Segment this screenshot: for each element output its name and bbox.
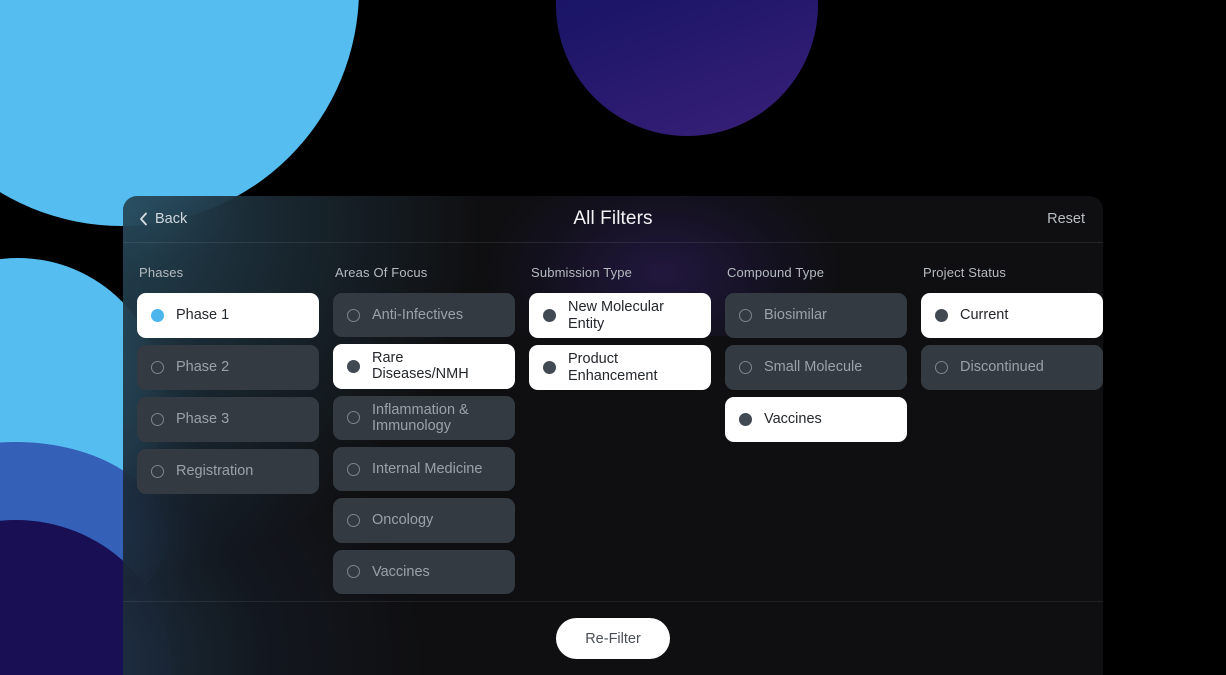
filter-option-label: Oncology [372,512,434,529]
radio-unselected-icon [347,308,360,322]
panel-footer: Re-Filter [123,601,1103,675]
filter-option-label: Internal Medicine [372,461,483,478]
filter-option-label: Anti-Infectives [372,307,464,324]
radio-unselected-icon [347,411,360,425]
filter-option-label: New Molecular Entity [568,299,664,332]
filter-option-label: Small Molecule [764,359,863,376]
filter-column-title: Project Status [923,265,1007,280]
back-label: Back [155,211,188,227]
filter-option-phase-2[interactable]: Phase 2 [137,345,319,390]
panel-header: Back All Filters Reset [123,196,1103,243]
radio-unselected-icon [935,361,948,374]
filter-option-registration[interactable]: Registration [137,449,319,494]
filter-column-submission-type: Submission Type New Molecular Entity Produ… [529,265,711,601]
filter-column-areas-of-focus: Areas Of Focus Anti-Infectives Rare Diseas… [333,265,515,601]
filter-option-vaccines[interactable]: Vaccines [333,549,515,594]
back-button[interactable]: Back [139,211,187,227]
page-title: All Filters [573,208,653,229]
app-root: Back All Filters Reset Phases Phase 1 Phas… [0,0,1226,675]
filter-column-compound-type: Compound Type Biosimilar Small Molecule Vac… [725,265,907,601]
filter-option-phase-3[interactable]: Phase 3 [137,397,319,442]
filter-option-small-molecule[interactable]: Small Molecule [725,345,907,390]
filter-column-project-status: Project Status Current Discontinued [921,265,1103,601]
radio-selected-icon [151,309,164,322]
radio-selected-icon [543,361,556,374]
radio-unselected-icon [739,309,752,322]
filter-option-anti-infectives[interactable]: Anti-Infectives [333,293,515,338]
filter-option-label: Registration [176,463,254,480]
filter-option-label: Biosimilar [764,307,827,324]
decorative-blob-sky-top-left [0,0,359,226]
radio-unselected-icon [151,361,164,374]
filter-columns-container: Phases Phase 1 Phase 2 Phase 3 Registration A… [123,243,1103,601]
filter-column-title: Compound Type [727,265,825,280]
filter-option-phase-1[interactable]: Phase 1 [137,293,319,338]
filter-column-title: Areas Of Focus [335,265,428,280]
filter-option-current[interactable]: Current [921,293,1103,338]
filter-option-label: Rare Diseases/NMH [372,350,469,383]
radio-selected-icon [347,359,360,373]
radio-unselected-icon [739,361,752,374]
radio-unselected-icon [151,413,164,426]
filter-option-label: Discontinued [960,359,1044,376]
radio-selected-icon [543,309,556,322]
radio-unselected-icon [347,462,360,476]
radio-unselected-icon [151,465,164,478]
filter-column-phases: Phases Phase 1 Phase 2 Phase 3 Registration [137,265,319,601]
decorative-blob-indigo-top-center [556,0,818,136]
all-filters-panel: Back All Filters Reset Phases Phase 1 Phas… [123,196,1103,675]
filter-option-label: Phase 1 [176,307,230,324]
re-filter-button[interactable]: Re-Filter [556,618,670,659]
filter-option-discontinued[interactable]: Discontinued [921,345,1103,390]
filter-option-label: Phase 2 [176,359,230,376]
filter-option-new-molecular-entity[interactable]: New Molecular Entity [529,293,711,338]
filter-option-label: Current [960,307,1009,324]
filter-option-label: Vaccines [764,411,822,428]
filter-option-rare-diseases-nmh[interactable]: Rare Diseases/NMH [333,344,515,389]
filter-option-internal-medicine[interactable]: Internal Medicine [333,446,515,492]
filter-column-title: Submission Type [531,265,633,280]
radio-unselected-icon [347,513,360,527]
radio-unselected-icon [347,565,360,579]
filter-column-title: Phases [139,265,184,280]
radio-selected-icon [935,309,948,322]
filter-option-label: Phase 3 [176,411,230,428]
filter-option-vaccines[interactable]: Vaccines [725,397,907,442]
filter-option-label: Inflammation & Immunology [372,401,469,434]
reset-button[interactable]: Reset [1047,211,1085,227]
filter-option-label: Product Enhancement [568,351,658,384]
chevron-left-icon [139,212,148,226]
radio-selected-icon [739,413,752,426]
filter-option-biosimilar[interactable]: Biosimilar [725,293,907,338]
filter-option-product-enhancement[interactable]: Product Enhancement [529,345,711,390]
filter-option-oncology[interactable]: Oncology [333,498,515,543]
filter-option-label: Vaccines [372,563,430,580]
filter-option-inflammation-immunology[interactable]: Inflammation & Immunology [333,395,515,440]
